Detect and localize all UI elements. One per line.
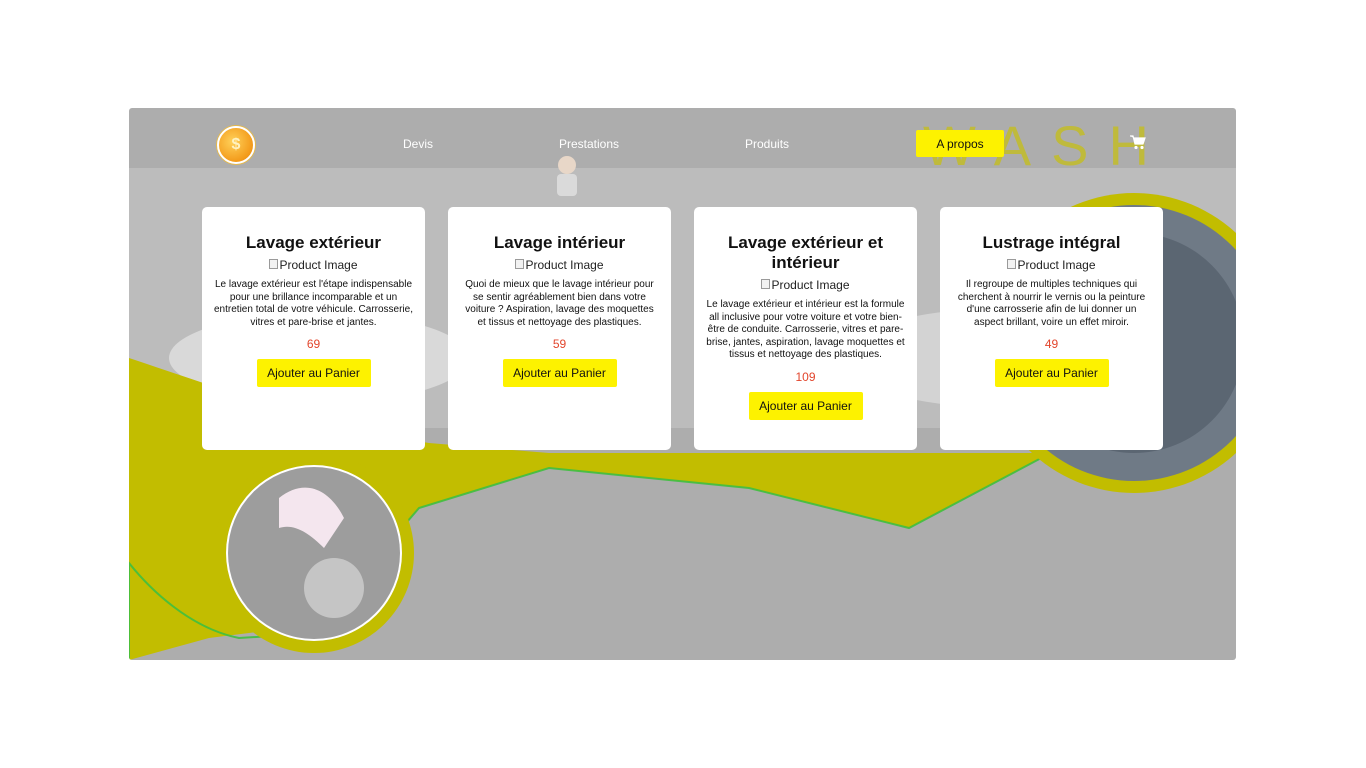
broken-image-icon <box>1007 259 1017 269</box>
product-price: 49 <box>1044 337 1059 351</box>
add-to-cart-button[interactable]: Ajouter au Panier <box>256 359 371 387</box>
product-description: Le lavage extérieur et intérieur est la … <box>706 299 905 360</box>
product-title: Lavage extérieur et intérieur <box>728 233 883 272</box>
nav-prestations[interactable]: Prestations <box>559 137 619 151</box>
broken-image-icon <box>761 279 771 289</box>
nav-produits[interactable]: Produits <box>745 137 789 151</box>
hero-section: $ Devis Prestations Produits WASH A prop… <box>129 108 1236 660</box>
product-image: Product Image <box>460 258 659 272</box>
broken-image-icon <box>269 259 279 269</box>
add-to-cart-button[interactable]: Ajouter au Panier <box>994 359 1109 387</box>
shopping-cart-icon[interactable] <box>1130 135 1146 150</box>
product-title: Lustrage intégral <box>982 233 1121 252</box>
product-card: Lavage extérieur et intérieur Product Im… <box>694 207 917 450</box>
nav-apropos-button[interactable]: A propos <box>916 130 1004 157</box>
product-description: Quoi de mieux que le lavage intérieur po… <box>465 279 654 328</box>
brand-logo[interactable]: $ <box>217 126 255 164</box>
product-image: Product Image <box>214 258 413 272</box>
add-to-cart-button[interactable]: Ajouter au Panier <box>502 359 617 387</box>
product-price: 109 <box>795 369 816 384</box>
product-title: Lavage intérieur <box>493 233 626 252</box>
broken-image-icon <box>515 259 525 269</box>
nav-devis[interactable]: Devis <box>403 137 433 151</box>
add-to-cart-button[interactable]: Ajouter au Panier <box>748 391 863 420</box>
product-card: Lavage intérieur Product Image Quoi de m… <box>448 207 671 450</box>
product-price: 69 <box>306 337 321 351</box>
coin-logo-icon: $ <box>231 136 241 153</box>
product-description: Il regroupe de multiples techniques qui … <box>957 279 1146 328</box>
product-card: Lavage extérieur Product Image Le lavage… <box>202 207 425 450</box>
product-description: Le lavage extérieur est l'étape indispen… <box>214 279 413 328</box>
product-title: Lavage extérieur <box>245 233 382 252</box>
product-image: Product Image <box>706 278 905 292</box>
product-card: Lustrage intégral Product Image Il regro… <box>940 207 1163 450</box>
product-price: 59 <box>552 337 567 351</box>
product-image: Product Image <box>952 258 1151 272</box>
